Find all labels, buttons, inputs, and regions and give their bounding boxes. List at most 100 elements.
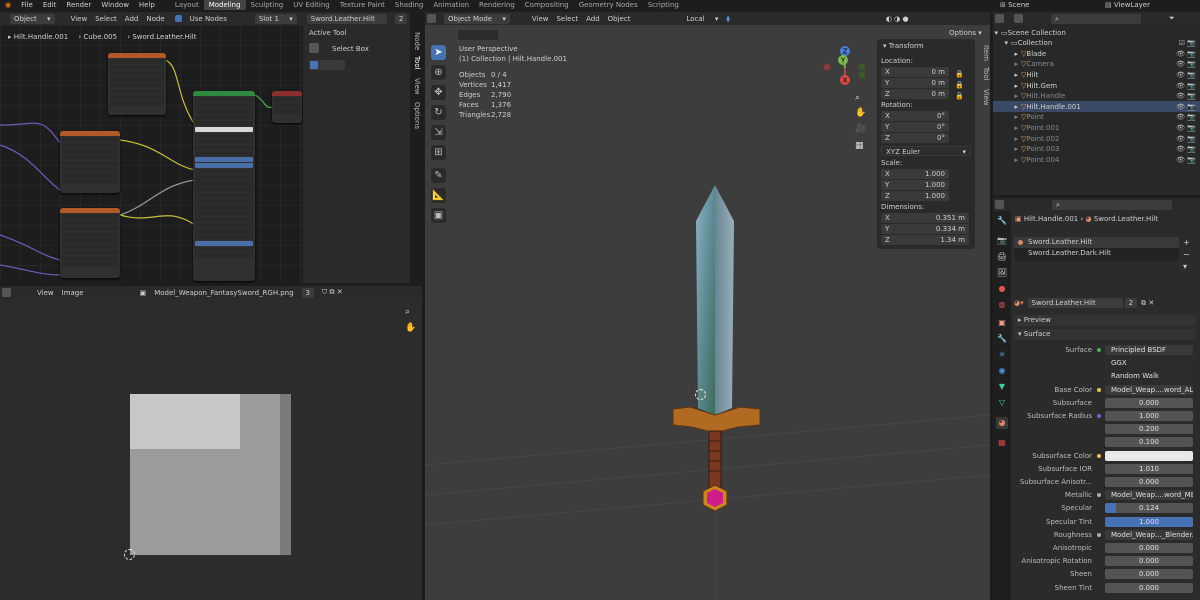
visibility-icon[interactable]: 👁 📷	[1176, 145, 1196, 153]
view-layer-selector[interactable]: ▤ ViewLayer	[1105, 0, 1150, 10]
mode-dropdown[interactable]: Object Mode ▾	[444, 13, 510, 24]
viewport-menu-view[interactable]: View	[532, 15, 549, 23]
visibility-icon[interactable]: 👁 📷	[1176, 124, 1196, 132]
particles-tab-icon[interactable]: ✳	[996, 349, 1008, 361]
image-canvas[interactable]: ⌕ ✋	[0, 299, 422, 600]
select-mode-buttons[interactable]	[309, 60, 345, 70]
socket-icon[interactable]	[1097, 387, 1101, 392]
tab-sculpting[interactable]: Sculpting	[246, 0, 289, 10]
material-browse-icon[interactable]: ◕▾	[1014, 299, 1024, 307]
node-menu-view[interactable]: View	[71, 15, 88, 23]
socket-icon[interactable]	[1097, 493, 1101, 498]
location-x-field[interactable]: X0 m	[881, 67, 949, 77]
outliner-item[interactable]: ▸ ▽ Hilt.Handle.001 👁 📷	[993, 101, 1200, 113]
outliner-item[interactable]: ▾ ▭ Collection ☑ 📷	[993, 38, 1200, 49]
outliner-item[interactable]: ▸ ▽ Hilt.Handle 👁 📷	[993, 91, 1200, 102]
scale-tool-icon[interactable]: ⇲	[431, 125, 446, 140]
tab-item[interactable]: Item	[982, 45, 990, 61]
number-field[interactable]: 0.000	[1105, 569, 1193, 580]
scene-tab-icon[interactable]: ●	[996, 283, 1008, 295]
image-menu-image[interactable]: Image	[62, 289, 84, 297]
expand-arrow-icon[interactable]: ▸	[993, 145, 1021, 153]
lock-icons[interactable]: 🔒 🔒 🔒	[955, 69, 964, 102]
image-users-count[interactable]: 3	[301, 287, 315, 298]
measure-tool-icon[interactable]: 📐	[431, 188, 446, 203]
outliner-type-icon[interactable]	[995, 14, 1004, 23]
tab-uv-editing[interactable]: UV Editing	[288, 0, 335, 10]
slot-add-remove-icons[interactable]: + − ▾	[1183, 237, 1190, 273]
number-field[interactable]: 0.124	[1105, 503, 1193, 514]
tab-shading[interactable]: Shading	[390, 0, 428, 10]
visibility-icon[interactable]: 👁 📷	[1176, 82, 1196, 90]
expand-arrow-icon[interactable]: ▸	[993, 135, 1021, 143]
image-texture-node-rgh[interactable]	[60, 208, 120, 278]
material-output-node[interactable]	[272, 91, 302, 123]
image-editor-type-icon[interactable]	[2, 288, 11, 297]
properties-type-icon[interactable]	[995, 200, 1004, 209]
tab-compositing[interactable]: Compositing	[520, 0, 574, 10]
material-tab-icon[interactable]: ◕	[996, 417, 1008, 429]
outliner-item[interactable]: ▸ ▽ Point.001 👁 📷	[993, 122, 1200, 133]
socket-icon[interactable]	[1097, 348, 1101, 352]
3d-cursor-icon[interactable]	[695, 389, 706, 400]
viewport-menu-select[interactable]: Select	[556, 15, 578, 23]
navigation-gizmo[interactable]: Z Y X	[820, 43, 870, 93]
rotation-z-field[interactable]: Z 0°	[881, 133, 949, 143]
modifier-tab-icon[interactable]: 🔧	[996, 333, 1008, 345]
outliner-search-input[interactable]: ⌕	[1051, 13, 1141, 24]
visibility-icon[interactable]: 👁 📷	[1176, 113, 1196, 121]
tab-rendering[interactable]: Rendering	[474, 0, 520, 10]
number-field[interactable]: 0.200	[1105, 424, 1193, 435]
tab-options[interactable]: Options	[413, 102, 421, 129]
material-users[interactable]: 2	[1124, 298, 1138, 308]
cursor-tool-icon[interactable]: ⊕	[431, 65, 446, 80]
number-field[interactable]: 0.000	[1105, 543, 1193, 553]
scale-z-field[interactable]: Z 1.000	[881, 191, 949, 201]
output-tab-icon[interactable]: 🖨	[996, 251, 1008, 263]
node-menu-select[interactable]: Select	[95, 15, 117, 23]
pan-hand-icon[interactable]: ✋	[405, 323, 416, 333]
visibility-icon[interactable]: 👁 📷	[1176, 135, 1196, 143]
select-box-icon[interactable]	[309, 43, 319, 53]
select-mode-icons[interactable]	[458, 30, 498, 40]
world-tab-icon[interactable]: ◍	[996, 299, 1008, 311]
rotation-x-field[interactable]: X 0°	[881, 111, 949, 121]
outliner-item[interactable]: ▸ ▽ Point.004 👁 📷	[993, 154, 1200, 165]
number-field[interactable]: 0.000	[1105, 477, 1193, 487]
node-menu-add[interactable]: Add	[125, 15, 139, 23]
tab-scripting[interactable]: Scripting	[643, 0, 684, 10]
visibility-icon[interactable]: 👁 📷	[1176, 60, 1196, 68]
constraints-tab-icon[interactable]: ▼	[996, 381, 1008, 393]
tab-layout[interactable]: Layout	[170, 0, 204, 10]
tool-tab-icon[interactable]: 🔧	[996, 215, 1008, 227]
tab-animation[interactable]: Animation	[428, 0, 474, 10]
material-slot-item[interactable]: Sword.Leather.Hilt	[1014, 237, 1179, 248]
tab-node[interactable]: Node	[413, 32, 421, 50]
zoom-icon[interactable]: ⌕	[405, 307, 415, 317]
object-tab-icon[interactable]: ▣	[996, 317, 1008, 329]
view-layer-tab-icon[interactable]: 🖼	[996, 267, 1008, 279]
display-mode-icon[interactable]	[1014, 14, 1023, 23]
expand-arrow-icon[interactable]: ▸	[993, 71, 1021, 79]
camera-view-icon[interactable]: 🎥	[855, 124, 866, 134]
texture-link-field[interactable]: Model_Weap..._Blender.png	[1105, 529, 1193, 540]
number-field[interactable]: 1.000	[1105, 411, 1193, 421]
image-texture-node-met[interactable]	[60, 131, 120, 193]
outliner-item[interactable]: ▸ ▽ Hilt.Gem 👁 📷	[993, 80, 1200, 91]
image-texture-node[interactable]	[108, 53, 166, 115]
shading-solid-icon[interactable]: ◐ ◑ ●	[886, 15, 909, 23]
expand-arrow-icon[interactable]: ▸	[993, 103, 1021, 111]
outliner-item[interactable]: ▸ ▽ Point.002 👁 📷	[993, 133, 1200, 144]
texture-link-field[interactable]: Model_Weap....word_ALB.png	[1105, 384, 1193, 395]
2d-cursor-icon[interactable]	[124, 549, 135, 560]
filter-icon[interactable]: ⏷	[1169, 14, 1175, 23]
outliner-item[interactable]: ▾ ▭ Scene Collection	[993, 27, 1200, 38]
material-users-count[interactable]: 2	[394, 13, 408, 24]
expand-arrow-icon[interactable]: ▸	[993, 113, 1021, 121]
select-tool-icon[interactable]: ➤	[431, 45, 446, 60]
tab-texture-paint[interactable]: Texture Paint	[335, 0, 390, 10]
perspective-toggle-icon[interactable]: ▦	[855, 141, 864, 151]
dimension-y-field[interactable]: Y 0.334 m	[881, 224, 969, 234]
outliner-item[interactable]: ▸ ▽ Blade 👁 📷	[993, 48, 1200, 59]
expand-arrow-icon[interactable]: ▸	[993, 82, 1021, 90]
